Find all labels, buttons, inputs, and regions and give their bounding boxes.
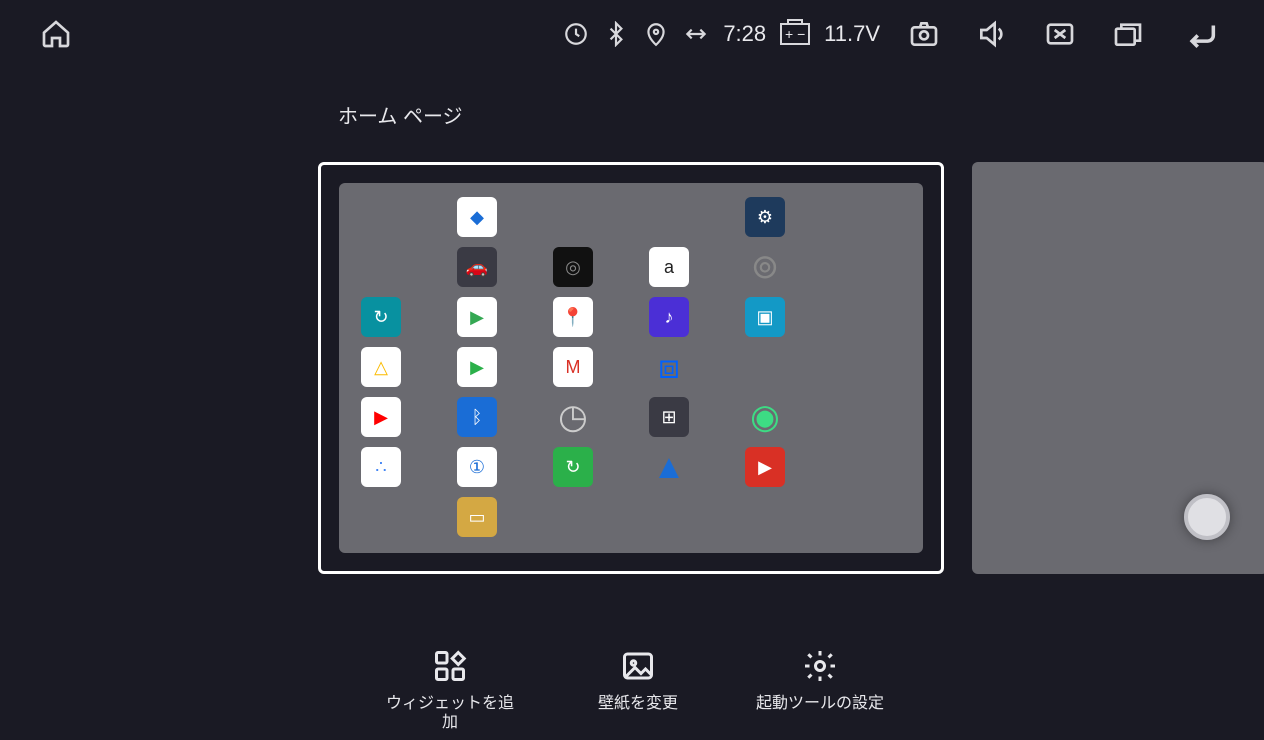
clock-text: 7:28: [723, 21, 766, 47]
battery-icon: + −: [780, 23, 810, 45]
app-assistant[interactable]: ∴: [361, 447, 401, 487]
sync-icon: [563, 21, 589, 47]
app-playstore[interactable]: ▶: [457, 297, 497, 337]
page-title: ホーム ページ: [338, 100, 463, 129]
home-icon[interactable]: [36, 18, 76, 50]
app-backup[interactable]: ↻: [361, 297, 401, 337]
volume-icon[interactable]: [972, 18, 1012, 50]
app-refresh[interactable]: ↻: [553, 447, 593, 487]
launcher-label: 起動ツールの設定: [756, 694, 884, 713]
app-android[interactable]: ◉: [745, 397, 785, 437]
location-icon: [643, 21, 669, 47]
app-amazonmusic[interactable]: ♪: [649, 297, 689, 337]
app-gmail[interactable]: M: [553, 347, 593, 387]
app-maps[interactable]: 📍: [553, 297, 593, 337]
app-traffic[interactable]: 🚗: [457, 247, 497, 287]
app-1password[interactable]: ①: [457, 447, 497, 487]
wallpaper-label: 壁紙を変更: [598, 694, 678, 713]
voltage-text: 11.7V: [824, 21, 880, 47]
add-widget-label: ウィジェットを追加: [380, 694, 520, 732]
app-equalizer[interactable]: ⚙: [745, 197, 785, 237]
screenshot-icon[interactable]: [904, 18, 944, 50]
app-primevideo[interactable]: ▣: [745, 297, 785, 337]
homescreen-pages: ◆ ⚙ 🚗 ◎ a ⊚ ↻ ▶ 📍 ♪ ▣ △ ▶ M ⧈ ▶ ᛒ ◷ ⊞ ◉ ∴ ① ↻ ▲ ▶ ▭: [318, 162, 1264, 574]
widget-icon: [430, 646, 470, 686]
app-dropbox[interactable]: ⧈: [649, 347, 689, 387]
app-clock[interactable]: ◷: [553, 397, 593, 437]
bottom-actions: ウィジェットを追加 壁紙を変更 起動ツールの設定: [0, 646, 1264, 732]
add-widget-button[interactable]: ウィジェットを追加: [380, 646, 520, 732]
wallpaper-button[interactable]: 壁紙を変更: [598, 646, 678, 732]
app-ytmusic[interactable]: ▶: [745, 447, 785, 487]
app-camera[interactable]: ◎: [553, 247, 593, 287]
image-icon: [618, 646, 658, 686]
network-icon: [683, 21, 709, 47]
recents-icon[interactable]: [1108, 18, 1148, 50]
homescreen-page-1[interactable]: ◆ ⚙ 🚗 ◎ a ⊚ ↻ ▶ 📍 ♪ ▣ △ ▶ M ⧈ ▶ ᛒ ◷ ⊞ ◉ ∴ ① ↻ ▲ ▶ ▭: [318, 162, 944, 574]
app-wheel[interactable]: ⊚: [745, 247, 785, 287]
app-files[interactable]: ▭: [457, 497, 497, 537]
back-icon[interactable]: [1176, 17, 1228, 51]
bluetooth-icon: [603, 21, 629, 47]
app-youtube[interactable]: ▶: [361, 397, 401, 437]
app-calculator[interactable]: ⊞: [649, 397, 689, 437]
app-bluetooth[interactable]: ᛒ: [457, 397, 497, 437]
gear-icon: [800, 646, 840, 686]
launcher-settings-button[interactable]: 起動ツールの設定: [756, 646, 884, 732]
app-moveapp[interactable]: ▶: [457, 347, 497, 387]
app-swiftkey[interactable]: ◆: [457, 197, 497, 237]
status-bar: 7:28 + − 11.7V: [0, 0, 1264, 68]
app-amazon[interactable]: a: [649, 247, 689, 287]
floating-button[interactable]: [1184, 494, 1230, 540]
app-drive[interactable]: △: [361, 347, 401, 387]
close-icon[interactable]: [1040, 18, 1080, 50]
app-nav[interactable]: ▲: [649, 447, 689, 487]
